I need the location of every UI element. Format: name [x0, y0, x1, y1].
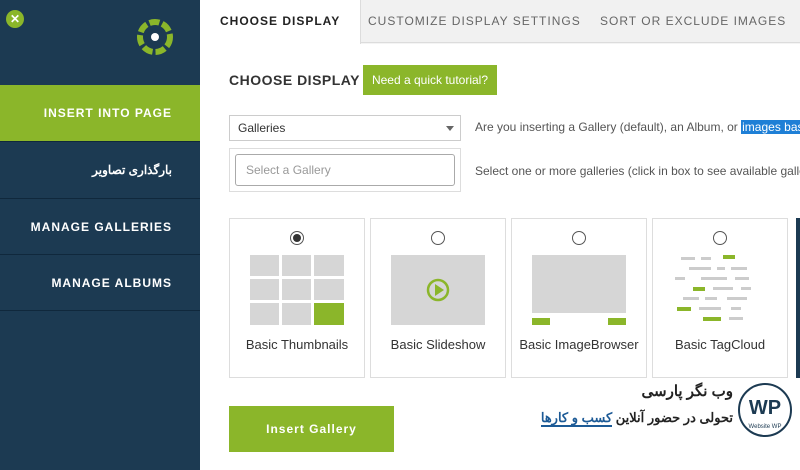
gallery-help: Select one or more galleries (click in b…	[475, 164, 800, 178]
slideshow-preview-icon	[391, 255, 485, 325]
watermark-logo-icon: WP Website WP	[738, 383, 792, 437]
radio-button[interactable]	[431, 231, 445, 245]
radio-button[interactable]	[290, 231, 304, 245]
sidebar-item-label: Manage Albums	[51, 276, 172, 290]
tab-customize-display-settings[interactable]: Customize Display Settings	[368, 0, 581, 43]
display-type-card-basic-slideshow[interactable]: Basic Slideshow	[370, 218, 506, 378]
tagcloud-preview-icon	[675, 255, 751, 321]
display-type-card-basic-imagebrowser[interactable]: Basic ImageBrowser	[511, 218, 647, 378]
sidebar-item-label: Insert Into Page	[43, 106, 172, 120]
sidebar-divider	[0, 310, 200, 311]
sidebar-item-manage-galleries[interactable]: Manage Galleries	[0, 198, 200, 254]
watermark-subtitle: تحولی در حضور آنلاین کسب و کارها	[520, 410, 733, 427]
imagebrowser-preview-icon	[532, 255, 626, 325]
tab-bar: Choose Display Customize Display Setting…	[200, 0, 800, 44]
watermark-logo-caption: Website WP	[749, 424, 782, 430]
display-type-card-basic-tagcloud[interactable]: Basic TagCloud	[652, 218, 788, 378]
display-type-help: Are you inserting a Gallery (default), a…	[475, 120, 800, 134]
display-type-label: Basic Thumbnails	[245, 337, 349, 352]
watermark-subtitle-underlined: کسب و کارها	[540, 410, 613, 427]
tutorial-button[interactable]: Need a quick tutorial?	[363, 65, 497, 95]
nextgen-logo-icon	[137, 19, 173, 55]
watermark-logo-text: WP	[749, 397, 781, 419]
main-panel: Choose Display Need a quick tutorial? Ga…	[200, 44, 800, 470]
next-card-edge	[796, 218, 800, 378]
page-title: Choose Display	[229, 72, 360, 88]
display-type-label: Basic ImageBrowser	[519, 337, 639, 352]
sidebar-item-insert-into-page[interactable]: Insert Into Page	[0, 85, 210, 141]
gallery-select-wrapper: Select a Gallery	[229, 148, 461, 192]
sidebar-item-manage-albums[interactable]: Manage Albums	[0, 254, 200, 310]
radio-button[interactable]	[572, 231, 586, 245]
watermark-title: وب نگر پارسی	[641, 383, 734, 400]
thumbnails-preview-icon	[250, 255, 344, 325]
radio-button[interactable]	[713, 231, 727, 245]
display-type-card-basic-thumbnails[interactable]: Basic Thumbnails	[229, 218, 365, 378]
sidebar-item-label: بارگذاری تصاویر	[92, 163, 172, 177]
highlighted-text: images based	[741, 120, 800, 134]
close-icon[interactable]: ✕	[6, 10, 24, 28]
display-type-select-value: Galleries	[238, 121, 286, 135]
chevron-down-icon	[446, 126, 454, 131]
sidebar-item-upload-images[interactable]: بارگذاری تصاویر	[0, 141, 200, 197]
display-type-label: Basic Slideshow	[390, 337, 486, 352]
display-type-label: Basic TagCloud	[674, 337, 766, 352]
display-type-select[interactable]: Galleries	[229, 115, 461, 141]
watermark-subtitle-text: تحولی در حضور آنلاین	[612, 410, 733, 425]
display-type-help-text: Are you inserting a Gallery (default), a…	[475, 120, 742, 134]
insert-gallery-button[interactable]: Insert Gallery	[229, 406, 394, 452]
tab-choose-display[interactable]: Choose Display	[200, 0, 362, 44]
sidebar-item-label: Manage Galleries	[30, 220, 172, 234]
gallery-select-input[interactable]: Select a Gallery	[235, 154, 455, 186]
sidebar: ✕ Insert Into Page بارگذاری تصاویر Manag…	[0, 0, 210, 470]
tab-sort-or-exclude-images[interactable]: Sort or Exclude Images	[600, 0, 786, 43]
